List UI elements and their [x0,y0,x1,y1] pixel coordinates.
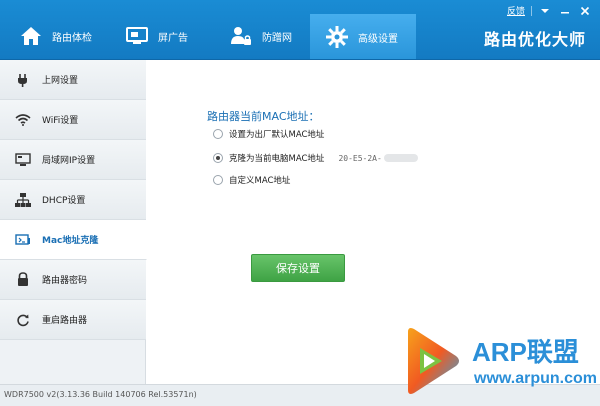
lan-icon [12,152,34,167]
sidebar-item-wifi-settings[interactable]: WiFi设置 [0,100,146,140]
sidebar-item-label: 局域网IP设置 [42,156,96,166]
plug-icon [12,73,34,87]
user-lock-icon [228,23,254,49]
sidebar-item-label: DHCP设置 [42,196,86,206]
tab-label: 路由体检 [52,32,92,44]
sidebar-item-internet-settings[interactable]: 上网设置 [0,60,146,100]
sidebar-item-mac-clone[interactable]: Mac地址克隆 [0,220,147,260]
tab-advanced-settings[interactable]: 高级设置 [310,14,416,60]
menu-button[interactable] [538,5,552,17]
radio-button[interactable] [213,153,223,163]
option-custom-mac[interactable]: 自定义MAC地址 [213,174,290,186]
wifi-icon [12,113,34,126]
play-logo-icon [408,328,459,394]
tab-label: 防蹭网 [262,32,292,44]
close-button[interactable] [578,5,592,17]
tab-router-checkup[interactable]: 路由体检 [18,14,108,58]
home-icon [18,23,44,49]
option-factory-default-mac[interactable]: 设置为出厂默认MAC地址 [213,128,324,140]
sidebar-item-label: Mac地址克隆 [42,236,99,246]
sidebar-item-lan-ip-settings[interactable]: 局域网IP设置 [0,140,146,180]
sidebar-item-label: WiFi设置 [42,116,79,126]
chevron-down-icon [541,8,549,13]
lock-icon [12,272,34,287]
gear-icon [324,24,350,50]
tab-label: 高级设置 [358,33,398,45]
sidebar-item-label: 重启路由器 [42,316,88,326]
option-clone-pc-mac[interactable]: 克隆为当前电脑MAC地址 20-E5-2A- [213,152,418,164]
radio-button[interactable] [213,129,223,139]
feedback-link[interactable]: 反馈 [507,4,525,17]
divider [531,5,532,16]
mac-address-value: 20-E5-2A- [338,153,418,163]
tab-ad-block[interactable]: 屏广告 [124,14,214,58]
minimize-button[interactable] [558,5,572,17]
radio-button[interactable] [213,175,223,185]
app-title: 路由优化大师 [483,30,586,49]
radio-label: 克隆为当前电脑MAC地址 [229,154,325,164]
network-icon [12,192,34,207]
top-bar: 路由体检 屏广告 防蹭网 高级设置 反馈 路由优化大师 [0,0,600,60]
mac-address-redacted [383,154,418,162]
monitor-icon [124,23,150,49]
minimize-icon [561,11,569,13]
sidebar: 上网设置 WiFi设置 局域网IP设置 DHCP设置 Mac地址克隆 路由器密码 [0,60,147,384]
restart-icon [12,313,34,327]
window-controls: 反馈 [507,4,592,17]
watermark-brand: ARP联盟 [472,337,579,367]
close-icon [580,6,590,15]
radio-label: 设置为出厂默认MAC地址 [229,130,325,140]
mac-address-text: 20-E5-2A- [338,153,382,163]
watermark: ARP联盟 www.arpun.com [400,318,600,406]
sidebar-item-label: 路由器密码 [42,276,88,286]
sidebar-item-restart-router[interactable]: 重启路由器 [0,300,146,340]
tab-anti-leech[interactable]: 防蹭网 [228,14,318,58]
sidebar-item-label: 上网设置 [42,76,79,86]
mac-section-title: 路由器当前MAC地址： [207,110,320,123]
radio-label: 自定义MAC地址 [229,176,291,186]
firmware-version: WDR7500 v2(3.13.36 Build 140706 Rel.5357… [4,390,197,399]
sidebar-item-router-password[interactable]: 路由器密码 [0,260,146,300]
tab-label: 屏广告 [158,32,188,44]
mac-clone-icon [12,233,34,247]
sidebar-item-dhcp-settings[interactable]: DHCP设置 [0,180,146,220]
save-button[interactable]: 保存设置 [251,254,345,282]
watermark-url: www.arpun.com [474,370,597,387]
